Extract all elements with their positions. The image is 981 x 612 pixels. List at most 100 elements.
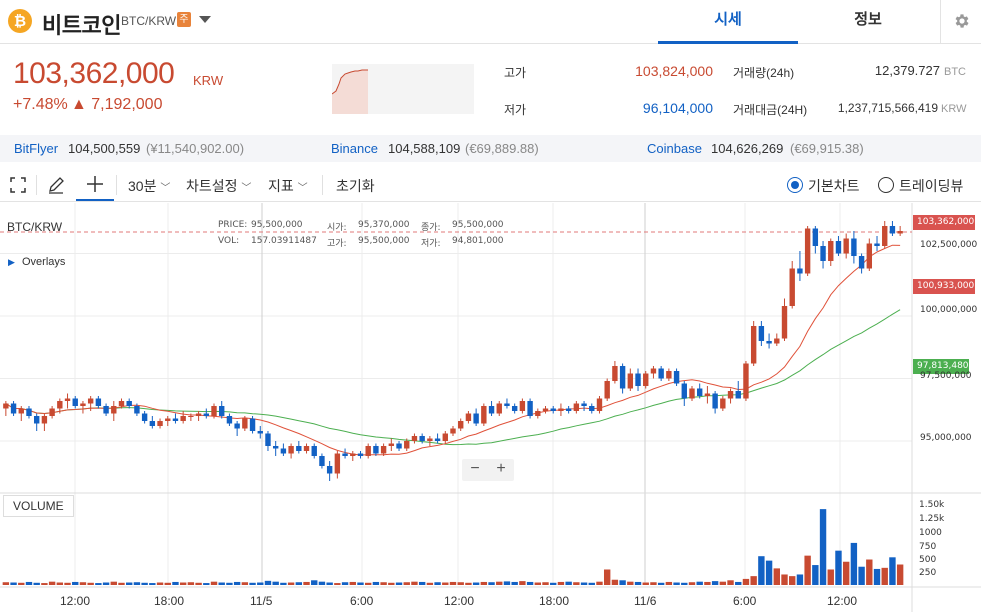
candle-body xyxy=(481,406,487,424)
candle-body xyxy=(797,268,803,274)
mini-price-chart xyxy=(331,64,474,114)
candle-body xyxy=(604,381,610,399)
chart-toolbar: 30분 ﹀ 차트설정 ﹀ 지표 ﹀ 초기화 기본차트 트레이딩뷰 xyxy=(0,168,981,202)
candle-body xyxy=(396,443,402,449)
volume-bar xyxy=(364,582,372,585)
candle-body xyxy=(10,403,17,414)
candle-body xyxy=(165,418,171,421)
candle-body xyxy=(550,408,556,411)
candle-body xyxy=(843,238,849,254)
candle-body xyxy=(866,243,873,269)
interval-select[interactable]: 30분 ﹀ xyxy=(128,176,170,196)
volume-bar xyxy=(303,581,310,585)
primary-badge: 주 xyxy=(177,12,191,27)
volume-bar xyxy=(133,582,141,585)
candle-body xyxy=(673,371,680,384)
volume-bar xyxy=(249,582,256,585)
candle-body xyxy=(57,401,63,409)
candlestick-chart-svg[interactable] xyxy=(0,203,981,612)
candle-body xyxy=(488,406,495,414)
ohlc-high-value: 95,500,000 xyxy=(358,236,410,246)
settings-button[interactable] xyxy=(940,0,981,44)
volume-bar xyxy=(334,583,341,585)
volume-bar xyxy=(881,567,888,585)
candle-body xyxy=(774,338,780,344)
y-axis-tick: 100,000,000 xyxy=(920,305,978,315)
volume-bar xyxy=(873,568,881,585)
zoom-out-button[interactable]: − xyxy=(462,459,488,481)
reset-button[interactable]: 초기화 xyxy=(336,176,375,196)
volume-bar xyxy=(804,555,811,585)
mini-chart-svg xyxy=(331,69,368,114)
candle-body xyxy=(681,383,687,399)
header: ₿ 비트코인 BTC/KRW 주 시세 정보 xyxy=(0,0,981,44)
coin-pair: BTC/KRW xyxy=(121,14,177,28)
y-axis-tick: 102,500,000 xyxy=(920,240,978,250)
indicators-menu[interactable]: 지표 ﹀ xyxy=(268,176,308,196)
volume-bar xyxy=(727,580,734,585)
tab-info[interactable]: 정보 xyxy=(798,0,938,44)
candle-body xyxy=(188,416,194,417)
exchange-binance-link[interactable]: Binance xyxy=(331,135,378,162)
current-price: 103,362,000 xyxy=(13,57,175,90)
volume-bar xyxy=(534,582,542,585)
exchange-coinbase-link[interactable]: Coinbase xyxy=(647,135,702,162)
volume-bar xyxy=(25,581,33,585)
tab-market-price[interactable]: 시세 xyxy=(658,0,798,44)
candle-body xyxy=(226,416,233,424)
change-amount: ▲ 7,192,000 xyxy=(71,96,163,113)
candle-body xyxy=(874,243,880,246)
candle-body xyxy=(789,268,795,306)
price-chart[interactable]: BTC/KRW ▶ Overlays PRICE: 95,500,000 시가:… xyxy=(0,203,981,612)
exchange-bitflyer-link[interactable]: BitFlyer xyxy=(14,135,58,162)
overlays-toggle[interactable]: ▶ Overlays xyxy=(8,256,65,268)
candle-body xyxy=(889,226,896,234)
candle-body xyxy=(95,398,102,406)
candle-body xyxy=(134,406,140,414)
candle-body xyxy=(519,401,526,411)
volume-bar xyxy=(233,581,241,585)
turnover-unit: KRW xyxy=(941,103,967,115)
volume-bar xyxy=(118,582,125,585)
volume-bar xyxy=(102,582,110,585)
candle-body xyxy=(735,391,741,399)
low-value: 96,104,000 xyxy=(642,100,713,116)
candle-body xyxy=(897,231,903,234)
candle-body xyxy=(272,446,279,449)
candle-body xyxy=(172,418,179,421)
candle-body xyxy=(72,398,78,406)
candle-body xyxy=(635,373,641,386)
tradingview-label[interactable]: 트레이딩뷰 xyxy=(899,176,963,196)
volume-bar xyxy=(187,582,195,585)
candle-body xyxy=(234,423,240,429)
chevron-down-icon: ﹀ xyxy=(160,183,171,194)
fullscreen-icon[interactable] xyxy=(10,177,26,193)
volume-axis-tick: 500 xyxy=(919,555,937,565)
volume-bar xyxy=(557,581,565,585)
x-axis-tick: 6:00 xyxy=(350,594,374,608)
coin-select-dropdown-icon[interactable] xyxy=(199,16,211,23)
candle-body xyxy=(458,421,464,429)
tradingview-radio[interactable] xyxy=(878,177,894,193)
pencil-draw-icon[interactable] xyxy=(47,176,65,194)
indicators-label: 지표 xyxy=(268,178,294,194)
candle-body xyxy=(149,421,156,426)
basic-chart-radio[interactable] xyxy=(787,177,803,193)
low-label: 저가 xyxy=(504,103,527,117)
crosshair-icon[interactable] xyxy=(86,175,104,193)
candle-body xyxy=(473,413,479,424)
volume-bar xyxy=(758,556,765,585)
volume-bar xyxy=(842,561,850,585)
volume-bar xyxy=(395,582,403,585)
x-axis-tick: 12:00 xyxy=(444,594,475,608)
basic-chart-label[interactable]: 기본차트 xyxy=(808,176,860,196)
volume-bar xyxy=(318,581,326,585)
zoom-in-button[interactable]: + xyxy=(488,459,514,481)
volume-bar xyxy=(642,582,649,585)
candle-body xyxy=(511,406,518,411)
x-axis-tick: 12:00 xyxy=(827,594,858,608)
y-axis-tick: 97,500,000 xyxy=(920,371,972,381)
chart-settings-menu[interactable]: 차트설정 ﹀ xyxy=(186,176,251,196)
candle-body xyxy=(504,403,510,406)
volume-bar xyxy=(696,581,703,585)
